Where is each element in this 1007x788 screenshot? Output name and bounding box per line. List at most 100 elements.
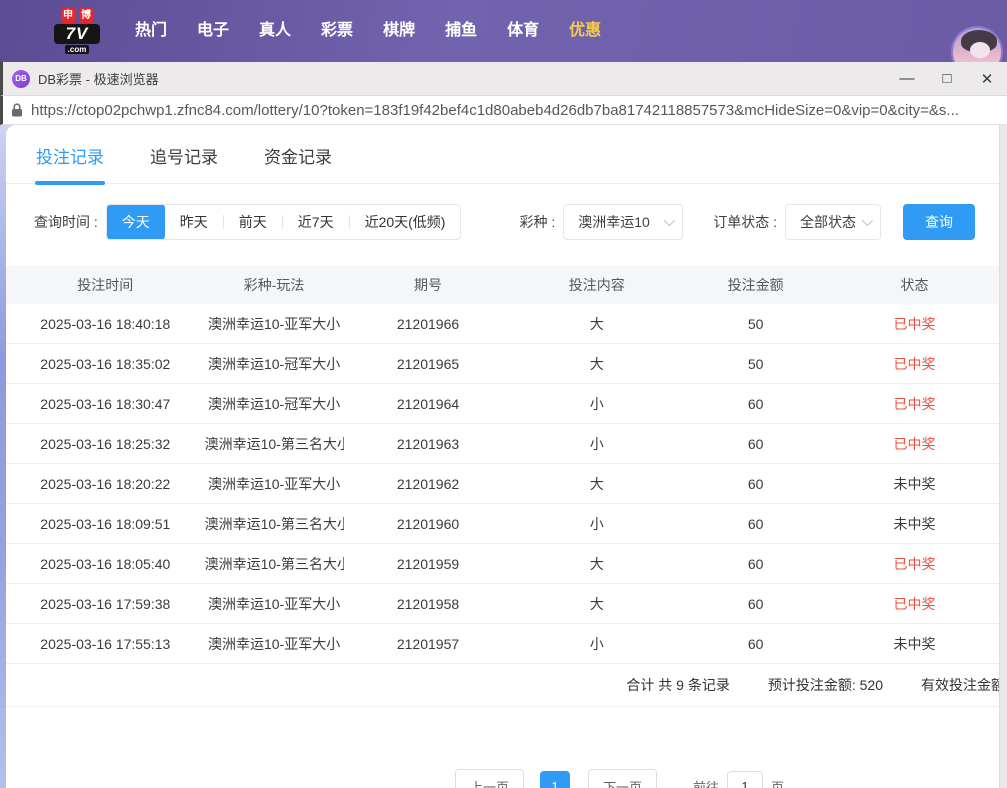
logo-badges: 申 博 <box>60 8 94 23</box>
nav-item-优惠[interactable]: 优惠 <box>554 0 616 62</box>
logo-suffix: .com <box>64 45 90 54</box>
cell-bet-content: 大 <box>589 595 604 612</box>
lock-icon <box>12 103 22 117</box>
table-header-row: 投注时间 彩种-玩法 期号 投注内容 投注金额 状态 <box>6 266 999 304</box>
tab-bet-records[interactable]: 投注记录 <box>36 143 104 183</box>
cell-bet-amount: 60 <box>747 395 764 412</box>
nav-item-彩票[interactable]: 彩票 <box>306 0 368 62</box>
window-title: DB彩票 - 极速浏览器 <box>38 72 159 87</box>
cell-issue-number: 21201960 <box>396 515 460 532</box>
cell-lottery-play: 澳洲幸运10-亚军大小 <box>207 635 341 652</box>
cell-bet-content: 大 <box>589 315 604 332</box>
cell-issue-number: 21201964 <box>396 395 460 412</box>
user-avatar[interactable] <box>951 26 1003 62</box>
window-controls: — □ ✕ <box>887 62 1007 95</box>
page-unit-label: 页 <box>771 779 785 788</box>
cell-bet-amount: 50 <box>747 315 764 332</box>
page-background: 投注记录 追号记录 资金记录 查询时间 : 今天 昨天 前天 近7天 近20天(低频) … <box>0 125 1007 788</box>
record-tabs: 投注记录 追号记录 资金记录 <box>6 125 999 184</box>
browser-tab-favicon-icon: DB <box>12 69 30 88</box>
nav-menu: 热门 电子 真人 彩票 棋牌 捕鱼 体育 优惠 <box>120 0 616 62</box>
column-header: 期号 <box>414 277 442 293</box>
time-option-今天[interactable]: 今天 <box>106 205 165 239</box>
table-summary-row: 合计 共 9 条记录 预计投注金额: 520 有效投注金额 <box>6 664 999 707</box>
summary-valid-amount: 有效投注金额 <box>921 677 999 693</box>
nav-item-棋牌[interactable]: 棋牌 <box>368 0 430 62</box>
cell-status: 未中奖 <box>893 515 936 532</box>
cell-lottery-play: 澳洲幸运10-亚军大小 <box>207 475 341 492</box>
summary-total: 合计 共 9 条记录 <box>626 677 730 693</box>
cell-bet-time: 2025-03-16 18:30:47 <box>40 395 171 412</box>
nav-item-热门[interactable]: 热门 <box>120 0 182 62</box>
time-option-近20天(低频)[interactable]: 近20天(低频) <box>350 205 461 239</box>
table-row: 2025-03-16 18:20:22 澳洲幸运10-亚军大小 21201962 大 6… <box>6 464 999 504</box>
cell-bet-time: 2025-03-16 18:20:22 <box>40 475 171 492</box>
browser-urlbar[interactable]: https://ctop02pchwp1.zfnc84.com/lottery/… <box>0 95 1007 125</box>
cell-bet-content: 大 <box>589 355 604 372</box>
time-option-昨天[interactable]: 昨天 <box>165 205 223 239</box>
cell-bet-time: 2025-03-16 18:05:40 <box>40 555 171 572</box>
nav-item-体育[interactable]: 体育 <box>492 0 554 62</box>
order-status-value: 全部状态 <box>800 214 857 230</box>
nav-item-捕鱼[interactable]: 捕鱼 <box>430 0 492 62</box>
time-filter-label: 查询时间 : <box>34 214 98 230</box>
lottery-select-value: 澳洲幸运10 <box>578 214 650 230</box>
cell-status: 已中奖 <box>893 315 936 332</box>
cell-issue-number: 21201962 <box>396 475 460 492</box>
cell-bet-content: 小 <box>589 635 604 652</box>
cell-bet-content: 大 <box>589 475 604 492</box>
order-status-select[interactable]: 全部状态 <box>785 204 882 240</box>
search-button[interactable]: 查询 <box>903 204 976 240</box>
cell-lottery-play: 澳洲幸运10-冠军大小 <box>207 355 341 372</box>
cell-bet-time: 2025-03-16 17:59:38 <box>40 595 171 612</box>
next-page-button[interactable]: 下一页 <box>588 768 658 788</box>
time-option-近7天[interactable]: 近7天 <box>283 205 349 239</box>
current-page-button[interactable]: 1 <box>540 771 571 788</box>
column-header: 状态 <box>900 277 929 293</box>
status-filter-label: 订单状态 : <box>713 214 778 230</box>
table-row: 2025-03-16 18:30:47 澳洲幸运10-冠军大小 21201964 小 6… <box>6 384 999 424</box>
lottery-filter-label: 彩种 : <box>519 214 556 230</box>
cell-bet-amount: 60 <box>747 555 764 572</box>
vertical-scrollbar[interactable] <box>999 125 1007 788</box>
cell-lottery-play: 澳洲幸运10-亚军大小 <box>207 315 341 332</box>
table-row: 2025-03-16 18:40:18 澳洲幸运10-亚军大小 21201966 大 5… <box>6 304 999 344</box>
cell-issue-number: 21201966 <box>396 315 460 332</box>
maximize-icon[interactable]: □ <box>927 62 967 95</box>
tab-fund-records[interactable]: 资金记录 <box>264 143 332 183</box>
table-row: 2025-03-16 17:55:13 澳洲幸运10-亚军大小 21201957 小 6… <box>6 624 999 664</box>
chevron-down-icon <box>861 214 874 227</box>
goto-page-label: 前往 <box>693 779 720 788</box>
url-text[interactable]: https://ctop02pchwp1.zfnc84.com/lottery/… <box>31 102 959 119</box>
pagination: 上一页 1 下一页 前往 页 <box>455 768 999 788</box>
cell-bet-time: 2025-03-16 18:25:32 <box>40 435 171 452</box>
column-header: 彩种-玩法 <box>243 277 305 293</box>
lottery-select[interactable]: 澳洲幸运10 <box>563 204 684 240</box>
cell-status: 已中奖 <box>893 395 936 412</box>
nav-item-真人[interactable]: 真人 <box>244 0 306 62</box>
tab-chase-records[interactable]: 追号记录 <box>150 143 218 183</box>
table-row: 2025-03-16 17:59:38 澳洲幸运10-亚军大小 21201958 大 6… <box>6 584 999 624</box>
table-row: 2025-03-16 18:25:32 澳洲幸运10-第三名大小 21201963 小… <box>6 424 999 464</box>
browser-titlebar: DB DB彩票 - 极速浏览器 — □ ✕ <box>0 62 1007 95</box>
site-logo[interactable]: 申 博 7V .com <box>48 8 106 54</box>
logo-badge-2: 博 <box>78 8 94 23</box>
cell-bet-content: 小 <box>589 395 604 412</box>
time-option-前天[interactable]: 前天 <box>224 205 282 239</box>
cell-bet-time: 2025-03-16 18:09:51 <box>40 515 171 532</box>
column-header: 投注时间 <box>77 277 134 293</box>
cell-bet-content: 小 <box>589 515 604 532</box>
logo-badge-1: 申 <box>60 8 76 23</box>
close-icon[interactable]: ✕ <box>967 62 1007 95</box>
site-nav: 申 博 7V .com 热门 电子 真人 彩票 棋牌 捕鱼 体育 优惠 <box>0 0 1007 62</box>
cell-status: 已中奖 <box>893 595 936 612</box>
goto-page-input[interactable] <box>727 771 764 788</box>
cell-status: 未中奖 <box>893 475 936 492</box>
nav-item-电子[interactable]: 电子 <box>182 0 244 62</box>
column-header: 投注金额 <box>727 277 784 293</box>
cell-issue-number: 21201957 <box>396 635 460 652</box>
minimize-icon[interactable]: — <box>887 62 927 95</box>
prev-page-button[interactable]: 上一页 <box>455 768 525 788</box>
table-row: 2025-03-16 18:35:02 澳洲幸运10-冠军大小 21201965 大 5… <box>6 344 999 384</box>
time-filter-group: 今天 昨天 前天 近7天 近20天(低频) <box>105 204 462 240</box>
